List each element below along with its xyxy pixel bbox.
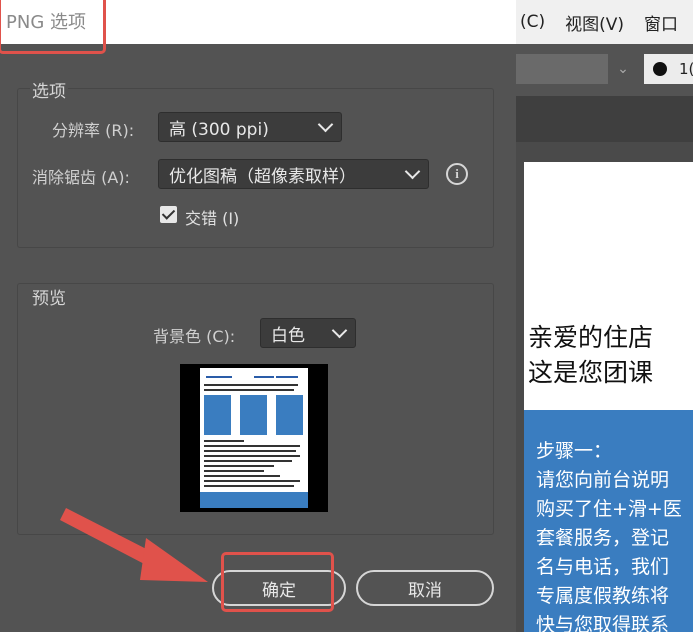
options-group-label: 选项 — [30, 77, 68, 102]
bgcolor-select[interactable]: 白色 — [260, 318, 356, 348]
step-line: 套餐服务，登记 — [536, 527, 670, 549]
ruler — [516, 142, 693, 163]
menu-item-view[interactable]: 视图(V) — [565, 10, 624, 35]
step-line: 名与电话，我们 — [536, 556, 670, 578]
step-line: 专属度假教练将 — [536, 585, 670, 607]
toolbar-field[interactable] — [516, 54, 608, 84]
step-line: 请您向前台说明 — [536, 469, 670, 491]
resolution-select[interactable]: 高 (300 ppi) — [158, 112, 342, 142]
antialias-label: 消除锯齿 (A): — [32, 168, 130, 187]
resolution-value: 高 (300 ppi) — [169, 119, 269, 140]
ok-highlight-box — [221, 552, 334, 612]
menu-item-window[interactable]: 窗口 — [644, 10, 678, 35]
artboard-heading: 亲爱的住店 这是您团课 — [528, 320, 653, 390]
chevron-down-icon[interactable]: ⌄ — [612, 54, 634, 84]
heading-line: 亲爱的住店 — [528, 323, 654, 352]
chevron-down-icon — [404, 163, 421, 180]
chevron-down-icon — [331, 322, 348, 339]
title-highlight-box — [0, 0, 106, 54]
preview-thumbnail — [180, 364, 328, 512]
bgcolor-value: 白色 — [271, 325, 305, 346]
step-line: 步骤一： — [536, 440, 613, 462]
brush-dot-icon — [653, 62, 667, 76]
preview-group-label: 预览 — [30, 284, 68, 309]
interlace-checkbox[interactable] — [160, 206, 177, 223]
stroke-weight-field[interactable]: 1( — [644, 54, 693, 84]
preview-thumbnail-doc — [200, 368, 308, 508]
cancel-button[interactable]: 取消 — [356, 570, 494, 606]
app-control-bar: ⌄ 1( — [516, 44, 693, 96]
resolution-label: 分辨率 (R): — [52, 121, 135, 140]
antialias-select[interactable]: 优化图稿（超像素取样） — [158, 159, 429, 189]
chevron-down-icon — [317, 116, 334, 133]
bgcolor-label: 背景色 (C): — [153, 327, 236, 346]
menu-item-c[interactable]: (C) — [520, 12, 545, 32]
cancel-button-label: 取消 — [408, 580, 442, 601]
interlace-label: 交错 (I) — [185, 209, 240, 228]
arrow-annotation-icon — [60, 508, 208, 582]
canvas-margin — [516, 162, 524, 632]
antialias-value: 优化图稿（超像素取样） — [169, 166, 356, 187]
png-options-dialog: PNG 选项 选项 分辨率 (R): 高 (300 ppi) 消除锯齿 (A):… — [0, 0, 516, 632]
artboard: 亲爱的住店 这是您团课 步骤一： 请您向前台说明 购买了住+滑+医 套餐服务，登… — [524, 162, 693, 632]
stroke-weight-value: 1( — [679, 60, 693, 78]
step-line: 购买了住+滑+医 — [536, 498, 682, 520]
document-tab-bar — [516, 96, 693, 142]
step-line: 快与您取得联系 — [536, 614, 670, 632]
info-icon[interactable]: i — [446, 163, 468, 185]
app-menubar: (C) 视图(V) 窗口 — [516, 0, 693, 44]
artboard-step-text: 步骤一： 请您向前台说明 购买了住+滑+医 套餐服务，登记 名与电话，我们 专属… — [536, 437, 682, 632]
heading-line: 这是您团课 — [528, 358, 654, 387]
